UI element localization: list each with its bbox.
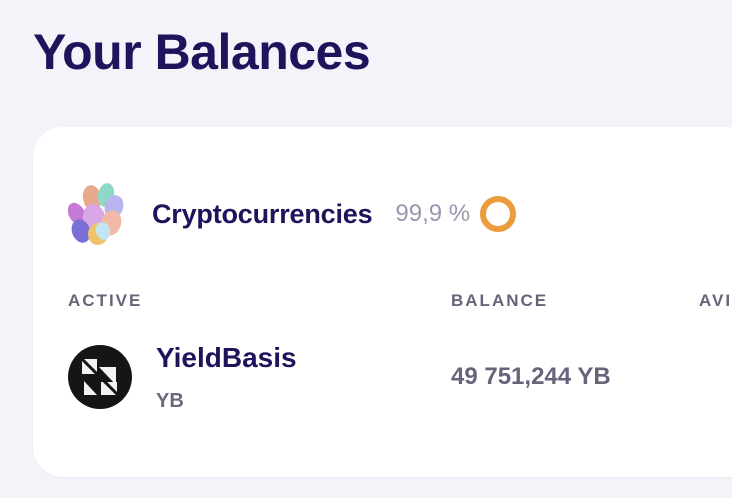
- asset-symbol: YB: [156, 390, 184, 412]
- column-header-active[interactable]: ACTIVE: [68, 291, 142, 311]
- crypto-coins-icon: [67, 183, 124, 245]
- table-header: ACTIVE BALANCE AVI: [33, 291, 732, 313]
- asset-balance: 49 751,244 YB: [451, 363, 611, 390]
- balances-card: Cryptocurrencies 99,9 % ACTIVE BALANCE A…: [33, 127, 732, 477]
- yieldbasis-logo-icon: [68, 345, 132, 409]
- column-header-balance[interactable]: BALANCE: [451, 291, 548, 311]
- group-title: Cryptocurrencies: [152, 198, 373, 229]
- group-header-cryptocurrencies[interactable]: Cryptocurrencies 99,9 %: [65, 181, 517, 247]
- column-header-avi[interactable]: AVI: [699, 291, 732, 311]
- asset-name: YieldBasis: [156, 342, 297, 373]
- group-share-percent: 99,9 %: [395, 200, 471, 227]
- table-row[interactable]: YieldBasis YB 49 751,244 YB: [33, 339, 732, 419]
- share-donut-icon: [480, 196, 517, 232]
- balances-page: Your Balances Cryptocurrencies 99,9 % AC…: [0, 0, 732, 498]
- page-title: Your Balances: [33, 24, 371, 80]
